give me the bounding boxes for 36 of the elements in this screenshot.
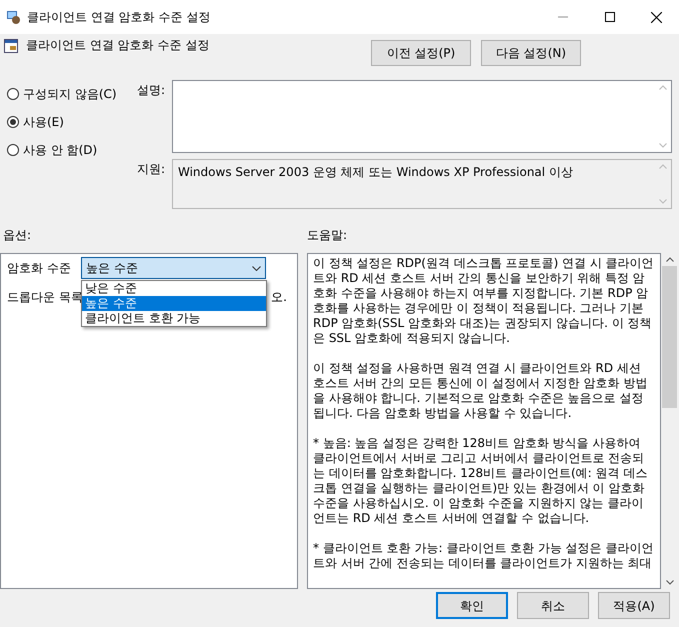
help-paragraph: 이 정책 설정을 사용하면 원격 연결 시 클라이언트와 RD 세션 호스트 서버 간의 모든 통신에 이 설정에서 지정한 암호화 방법을 사용해야 합니다. 기본적으로 암호화 수준은 높음으로 설정됩니다. 다음 암호화 방법을 사용할 수 있습니다. — [313, 361, 648, 421]
radio-button[interactable] — [7, 144, 19, 156]
supported-label: 지원: — [136, 161, 166, 178]
comment-label: 설명: — [136, 82, 166, 99]
dropdown-option[interactable]: 낮은 수준 — [82, 281, 266, 296]
hint-text: 드롭다운 목록 — [7, 289, 83, 306]
radio-label[interactable]: 사용(E) — [23, 113, 64, 131]
close-icon[interactable] — [651, 12, 662, 22]
maximize-icon[interactable] — [605, 12, 615, 22]
help-paragraph: * 높음: 높음 설정은 강력한 128비트 암호화 방식을 사용하여 클라이언트에서 서버로 그리고 서버에서 클라이언트로 전송되는 데이터를 암호화합니다. 128비트 클라이언트(예: 원격 데스크톱 연결을 실행하는 클라이언트)만 있는 환경에서 이 암호화 수준을 사용하십시오. 이 암호화 수준을 지원하지 않는 클라이언트는 RD 세션 호스트 서버에 연결할 수 없습니다. — [313, 436, 648, 526]
scroll-down-icon[interactable] — [666, 580, 674, 585]
radio-button[interactable] — [7, 88, 19, 100]
help-label: 도움말: — [307, 227, 348, 244]
dropdown-option[interactable]: 클라이언트 호환 가능 — [82, 311, 266, 326]
radio-button[interactable] — [7, 116, 19, 128]
radio-label[interactable]: 사용 안 함(D) — [23, 141, 98, 159]
radio-label[interactable]: 구성되지 않음(C) — [23, 85, 117, 103]
help-paragraph: 이 정책 설정은 RDP(원격 데스크톱 프로토콜) 연결 시 클라이언트와 RD 세션 호스트 서버 간의 통신을 보안하기 위해 특정 암호화 수준을 사용해야 하는지 여부를 지정합니다. 기본 RDP 암호화를 사용하는 경우에만 이 정책이 적용됩니다. 그러나 기본 RDP 암호화(SSL 암호화와 대조)는 권장되지 않습니다. 이 정책은 SSL 암호화에 적용되지 않습니다. — [313, 256, 655, 346]
policy-icon — [4, 39, 18, 53]
help-paragraph: * 클라이언트 호환 가능: 클라이언트 호환 가능 설정은 클라이언트와 서버 간에 전송되는 데이터를 클라이언트가 지원하는 최대 — [313, 541, 655, 571]
scroll-up-icon[interactable] — [666, 257, 674, 262]
app-icon — [5, 9, 21, 25]
encryption-level-label: 암호화 수준 — [7, 260, 72, 277]
encryption-level-dropdown[interactable]: 높은 수준 — [81, 257, 266, 279]
options-label: 옵션: — [2, 227, 32, 244]
dialog-button[interactable]: 취소 — [517, 592, 589, 619]
hint-text: 오. — [271, 289, 287, 306]
dialog-button[interactable]: 적용(A) — [598, 592, 670, 619]
dialog-button[interactable]: 확인 — [436, 592, 508, 619]
chevron-down-icon — [252, 266, 261, 270]
dropdown-option[interactable]: 높은 수준 — [82, 296, 266, 311]
nav-button[interactable]: 다음 설정(N) — [481, 40, 581, 66]
supported-field: Windows Server 2003 운영 체제 또는 Windows XP Professional 이상 — [172, 159, 672, 209]
window-title: 클라이언트 연결 암호화 수준 설정 — [27, 9, 210, 26]
nav-button[interactable]: 이전 설정(P) — [371, 40, 471, 66]
policy-heading: 클라이언트 연결 암호화 수준 설정 — [26, 37, 210, 54]
